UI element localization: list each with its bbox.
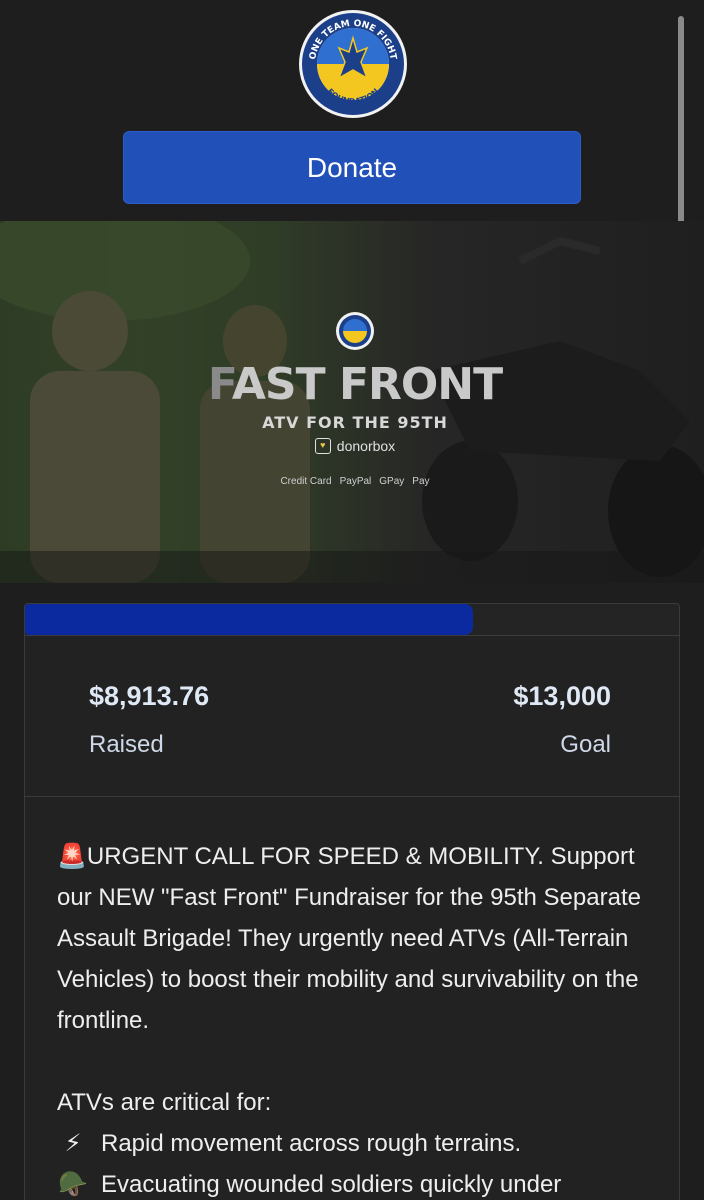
progress-bar [25,604,679,636]
donorbox-brand: ♥ donorbox [200,438,510,454]
banner-title-part1: F [207,359,233,410]
banner-logo-icon [336,312,374,350]
credit-card-icon: Credit Card [280,476,332,487]
banner-subtitle: ATV FOR THE 95TH [262,413,448,432]
donorbox-label: donorbox [336,438,396,454]
list-item: ⚡ Rapid movement across rough terrains. [57,1123,657,1164]
list-item-text: Evacuating wounded soldiers quickly unde… [101,1171,562,1198]
raised-label: Raised [89,731,164,758]
description-text: URGENT CALL FOR SPEED & MOBILITY. Suppor… [57,843,641,1034]
campaign-description: 🚨URGENT CALL FOR SPEED & MOBILITY. Suppo… [57,836,657,1200]
progress-fill [25,604,474,635]
list-item: 🪖 Evacuating wounded soldiers quickly un… [57,1164,657,1200]
fundraiser-card: $8,913.76 Raised $13,000 Goal 🚨URGENT CA… [24,603,680,1200]
fundraiser-stats: $8,913.76 Raised $13,000 Goal [25,637,679,797]
list-intro: ATVs are critical for: [57,1089,272,1116]
paypal-icon: PayPal [339,476,372,487]
goal-amount: $13,000 [513,681,611,711]
description-paragraph: 🚨URGENT CALL FOR SPEED & MOBILITY. Suppo… [57,836,657,1041]
apple-pay-icon: Pay [412,476,430,487]
donate-button[interactable]: Donate [123,131,581,204]
heart-icon: ♥ [314,438,331,454]
raised-amount: $8,913.76 [89,681,210,711]
list-item-text: Rapid movement across rough terrains. [101,1130,522,1157]
banner-title: FAST FRONT [200,359,510,411]
banner-title-part2: AST FRONT [231,359,503,410]
helmet-icon: 🪖 [58,1170,88,1198]
gpay-icon: GPay [379,476,405,487]
lightning-icon: ⚡ [64,1129,82,1157]
foundation-logo: ONE TEAM ONE FIGHT FOUNDATION [297,8,409,120]
siren-icon: 🚨 [57,842,87,870]
payment-methods: Credit Card PayPal GPay Pay [200,476,510,487]
goal-label: Goal [560,731,611,758]
campaign-banner-image: FAST FRONT ATV FOR THE 95TH ♥ donorbox C… [0,221,704,583]
